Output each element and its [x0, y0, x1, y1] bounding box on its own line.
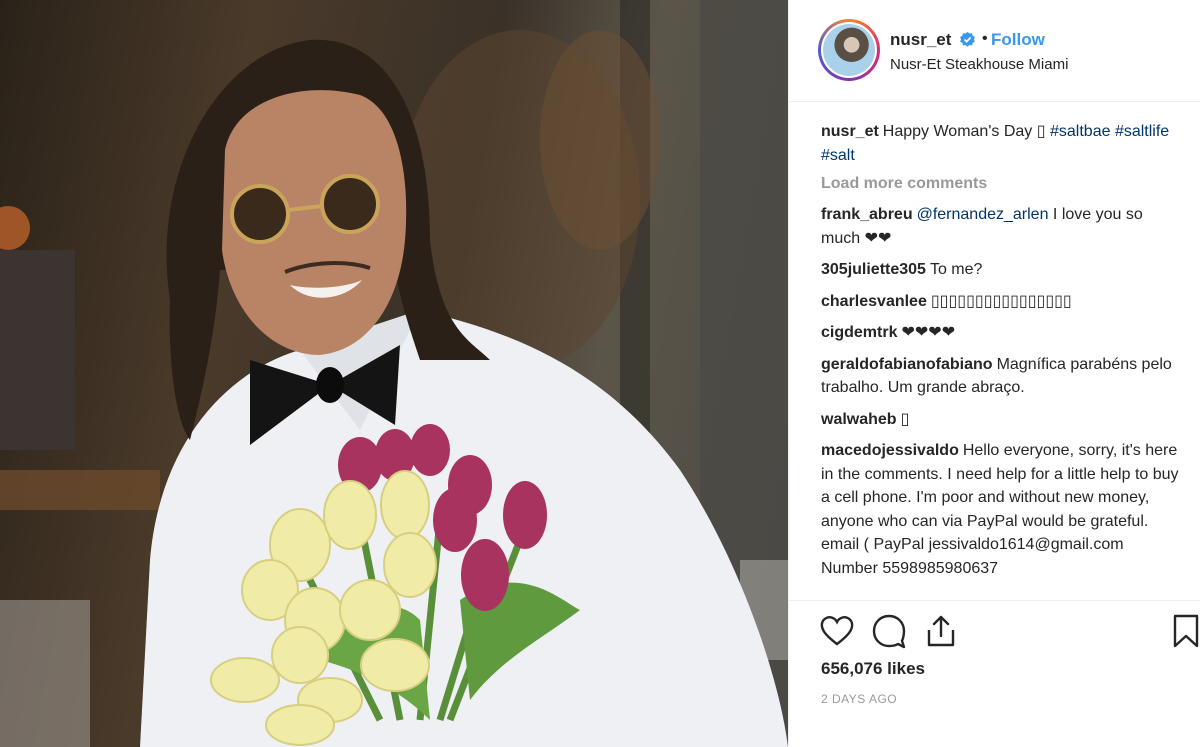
comment-username[interactable]: macedojessivaldo	[821, 442, 959, 459]
caption-username[interactable]: nusr_et	[821, 123, 879, 140]
comment-item: walwaheb ▯	[821, 408, 1179, 432]
post-location[interactable]: Nusr-Et Steakhouse Miami	[890, 56, 1068, 73]
bookmark-icon[interactable]	[1168, 613, 1200, 649]
verified-badge-icon	[960, 31, 975, 47]
load-more-comments-button[interactable]: Load more comments	[821, 175, 1179, 193]
caption-emoji: ▯	[1036, 123, 1046, 140]
comment-username[interactable]: 305juliette305	[821, 261, 926, 278]
comment-text: Hello everyone, sorry, it's here in the …	[821, 442, 1179, 577]
comment-username[interactable]: frank_abreu	[821, 206, 913, 223]
comment-item: 305juliette305 To me?	[821, 258, 1179, 282]
post-timestamp[interactable]: 2 DAYS AGO	[821, 692, 897, 706]
comment-item: charlesvanlee ▯▯▯▯▯▯▯▯▯▯▯▯▯▯▯▯	[821, 290, 1179, 314]
caption-text: Happy Woman's Day	[882, 123, 1037, 140]
hashtag-link[interactable]: #salt	[821, 147, 855, 164]
photo-illustration	[0, 0, 788, 747]
post-sidebar: nusr_et • Follow Nusr-Et Steakhouse Miam…	[788, 0, 1200, 747]
avatar-image	[823, 24, 875, 76]
comment-text: ❤❤❤❤	[901, 324, 956, 341]
hashtag-link[interactable]: #saltlife	[1115, 123, 1169, 140]
avatar[interactable]	[818, 19, 880, 81]
action-bar	[789, 600, 1200, 662]
separator-dot: •	[982, 30, 988, 47]
comment-mention[interactable]: @fernandez_arlen	[917, 206, 1049, 223]
comment-username[interactable]: charlesvanlee	[821, 293, 927, 310]
comment-bubble-icon[interactable]	[871, 613, 907, 649]
comment-item: frank_abreu @fernandez_arlen I love you s…	[821, 203, 1179, 250]
share-icon[interactable]	[923, 613, 959, 649]
comment-username[interactable]: cigdemtrk	[821, 324, 897, 341]
post-photo[interactable]	[0, 0, 788, 747]
comment-username[interactable]: geraldofabianofabiano	[821, 356, 993, 373]
likes-count[interactable]: 656,076 likes	[821, 659, 925, 679]
comment-item: cigdemtrk ❤❤❤❤	[821, 321, 1179, 345]
heart-icon[interactable]	[819, 613, 855, 649]
comments-list[interactable]: nusr_et Happy Woman's Day ▯ #saltbae #sal…	[789, 102, 1200, 600]
comment-text: ▯	[900, 410, 910, 428]
author-username[interactable]: nusr_et	[890, 30, 951, 50]
comment-item: macedojessivaldo Hello everyone, sorry, i…	[821, 439, 1179, 580]
comment-text: To me?	[929, 261, 983, 278]
hashtag-link[interactable]: #saltbae	[1050, 123, 1111, 140]
comment-item: geraldofabianofabiano Magnífica parabéns …	[821, 353, 1179, 400]
follow-button[interactable]: Follow	[991, 30, 1045, 50]
comment-username[interactable]: walwaheb	[821, 411, 897, 428]
caption: nusr_et Happy Woman's Day ▯ #saltbae #sal…	[821, 120, 1179, 167]
post-header: nusr_et • Follow Nusr-Et Steakhouse Miam…	[789, 0, 1200, 102]
comment-text: ▯▯▯▯▯▯▯▯▯▯▯▯▯▯▯▯	[930, 292, 1072, 310]
